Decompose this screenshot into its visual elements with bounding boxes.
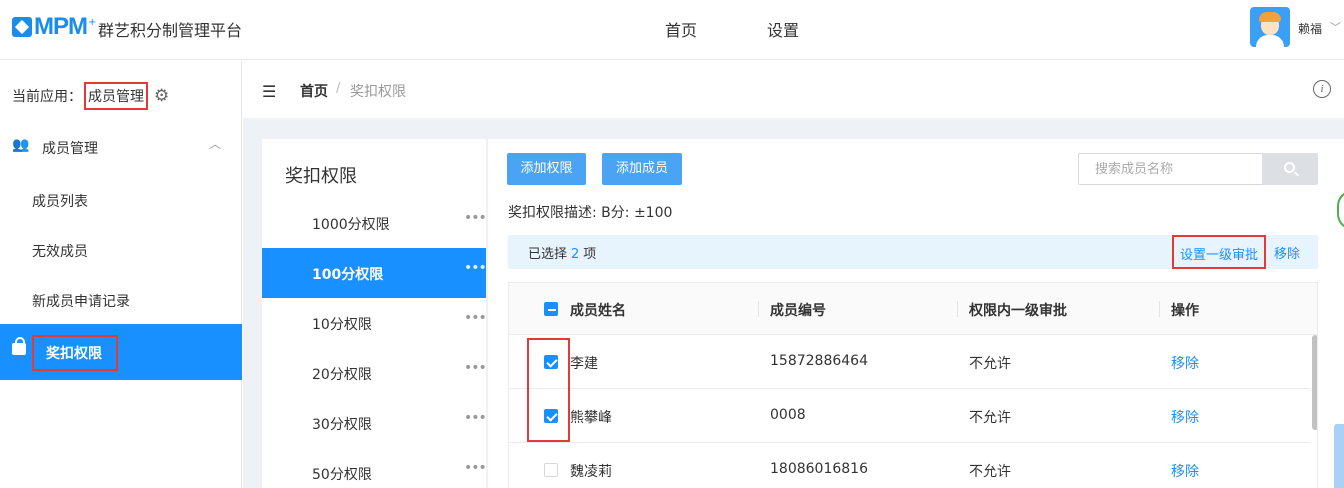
permission-levels-panel: 奖扣权限 1000分权限 ••• 100分权限 ••• 10分权限 ••• 20… xyxy=(262,139,487,488)
more-icon[interactable]: ••• xyxy=(464,210,487,226)
remove-link[interactable]: 移除 xyxy=(1171,353,1199,373)
member-id: 0008 xyxy=(770,407,806,423)
mpm-logo[interactable]: MPM + xyxy=(12,13,96,41)
table-header: 成员姓名 成员编号 权限内一级审批 操作 xyxy=(509,283,1317,335)
remove-link[interactable]: 移除 xyxy=(1171,407,1199,427)
search-button[interactable] xyxy=(1262,153,1318,185)
breadcrumb-bar: ☰ 首页 / 奖扣权限 i xyxy=(243,61,1344,118)
members-table: 成员姓名 成员编号 权限内一级审批 操作 李建 15872886464 不允许 … xyxy=(508,282,1318,488)
add-member-button[interactable]: 添加成员 xyxy=(602,153,682,185)
more-icon[interactable]: ••• xyxy=(464,310,487,326)
logo-plus: + xyxy=(88,16,97,28)
nav-settings[interactable]: 设置 xyxy=(767,17,799,41)
search-input[interactable] xyxy=(1078,153,1262,185)
search-icon xyxy=(1284,162,1295,173)
logo-icon xyxy=(12,17,32,37)
member-id: 18086016816 xyxy=(770,461,868,477)
selection-count: 2 xyxy=(571,247,580,262)
more-icon[interactable]: ••• xyxy=(464,410,487,426)
table-scrollbar[interactable] xyxy=(1310,335,1317,488)
selection-summary: 已选择 2 项 xyxy=(528,243,596,262)
more-icon[interactable]: ••• xyxy=(464,460,487,476)
sidebar-item-reward-permissions[interactable]: 奖扣权限 xyxy=(0,324,242,380)
selection-suffix: 项 xyxy=(583,247,597,262)
levels-title: 奖扣权限 xyxy=(285,166,357,187)
chevron-down-icon[interactable]: ﹀ xyxy=(1330,19,1341,35)
level-item[interactable]: 1000分权限 ••• xyxy=(262,198,487,248)
app-title: 群艺积分制管理平台 xyxy=(98,21,243,40)
scrollbar-thumb[interactable] xyxy=(1312,335,1317,430)
level-label: 20分权限 xyxy=(312,367,372,383)
selection-prefix: 已选择 xyxy=(528,247,568,262)
column-header-id: 成员编号 xyxy=(770,303,826,319)
current-app-label: 当前应用： xyxy=(12,89,82,105)
logo-text: MPM xyxy=(34,13,88,40)
more-icon[interactable]: ••• xyxy=(464,360,487,376)
add-permission-button[interactable]: 添加权限 xyxy=(507,153,586,185)
lock-icon xyxy=(12,337,26,355)
info-icon[interactable]: i xyxy=(1313,80,1331,98)
level-item[interactable]: 20分权限 ••• xyxy=(262,348,487,398)
bulk-remove-button[interactable]: 移除 xyxy=(1274,243,1300,262)
avatar[interactable] xyxy=(1250,7,1290,47)
sidebar-group-label: 成员管理 xyxy=(42,141,98,157)
contact-tab[interactable] xyxy=(1334,424,1344,488)
gear-icon[interactable]: ⚙ xyxy=(154,86,169,106)
avatar-hair xyxy=(1259,12,1281,22)
level-label: 50分权限 xyxy=(312,467,372,483)
level-label: 100分权限 xyxy=(312,267,384,283)
table-row: 熊攀峰 0008 不允许 移除 xyxy=(509,389,1311,443)
level-label: 1000分权限 xyxy=(312,217,390,233)
permission-description: 奖扣权限描述: B分: ±100 xyxy=(508,205,673,221)
table-row: 魏凌莉 18086016816 不允许 移除 xyxy=(509,443,1311,488)
sidebar-group-members[interactable]: 👥 成员管理 ︿ xyxy=(0,131,242,161)
main-area: ☰ 首页 / 奖扣权限 i 奖扣权限 1000分权限 ••• 100分权限 ••… xyxy=(243,61,1344,488)
level-item[interactable]: 10分权限 ••• xyxy=(262,298,487,348)
avatar-body xyxy=(1256,35,1284,47)
sidebar: 当前应用： 成员管理 ⚙ 👥 成员管理 ︿ 成员列表 无效成员 新成员申请记录 … xyxy=(0,61,242,488)
level-item-active[interactable]: 100分权限 ••• xyxy=(262,248,487,298)
member-name: 熊攀峰 xyxy=(570,410,612,426)
column-divider xyxy=(1159,301,1160,317)
more-icon[interactable]: ••• xyxy=(464,260,487,276)
select-all-checkbox[interactable] xyxy=(544,302,558,316)
level-label: 30分权限 xyxy=(312,417,372,433)
members-panel: 添加权限 添加成员 奖扣权限描述: B分: ±100 已选择2项 设置一级审批 … xyxy=(488,139,1344,488)
sidebar-item-member-list[interactable]: 成员列表 xyxy=(32,191,88,211)
level-item[interactable]: 30分权限 ••• xyxy=(262,398,487,448)
top-header: MPM + 群艺积分制管理平台 首页 设置 赖福 ﹀ xyxy=(0,0,1344,60)
column-divider xyxy=(957,301,958,317)
menu-collapse-icon[interactable]: ☰ xyxy=(262,82,276,101)
member-approval: 不允许 xyxy=(969,356,1011,372)
sidebar-item-label: 奖扣权限 xyxy=(32,335,118,371)
sidebar-item-invalid-members[interactable]: 无效成员 xyxy=(32,241,88,261)
level-item[interactable]: 50分权限 ••• xyxy=(262,448,487,488)
column-header-name: 成员姓名 xyxy=(570,303,626,319)
table-row: 李建 15872886464 不允许 移除 xyxy=(509,335,1311,389)
selection-bar: 已选择 2 项 设置一级审批 移除 xyxy=(508,235,1318,269)
breadcrumb-separator: / xyxy=(336,81,341,96)
member-name: 李建 xyxy=(570,356,598,372)
current-app: 当前应用： 成员管理 ⚙ xyxy=(12,82,169,110)
chevron-up-icon: ︿ xyxy=(209,137,222,151)
current-app-value[interactable]: 成员管理 xyxy=(84,82,148,110)
column-header-approval: 权限内一级审批 xyxy=(969,303,1067,319)
breadcrumb-home[interactable]: 首页 xyxy=(300,81,328,101)
member-id: 15872886464 xyxy=(770,353,868,369)
users-icon: 👥 xyxy=(12,137,30,153)
nav-home[interactable]: 首页 xyxy=(665,17,697,41)
set-first-level-approval-button[interactable]: 设置一级审批 xyxy=(1172,235,1267,269)
member-name: 魏凌莉 xyxy=(570,464,612,480)
row-checkbox[interactable] xyxy=(544,463,558,477)
column-header-operation: 操作 xyxy=(1171,303,1199,319)
level-label: 10分权限 xyxy=(312,317,372,333)
sidebar-item-new-member-requests[interactable]: 新成员申请记录 xyxy=(32,291,130,311)
remove-link[interactable]: 移除 xyxy=(1171,461,1199,481)
username[interactable]: 赖福 xyxy=(1298,20,1322,37)
column-divider xyxy=(758,301,759,317)
selected-checkboxes-highlight xyxy=(527,338,570,442)
breadcrumb-current: 奖扣权限 xyxy=(350,84,406,100)
member-approval: 不允许 xyxy=(969,464,1011,480)
member-approval: 不允许 xyxy=(969,410,1011,426)
